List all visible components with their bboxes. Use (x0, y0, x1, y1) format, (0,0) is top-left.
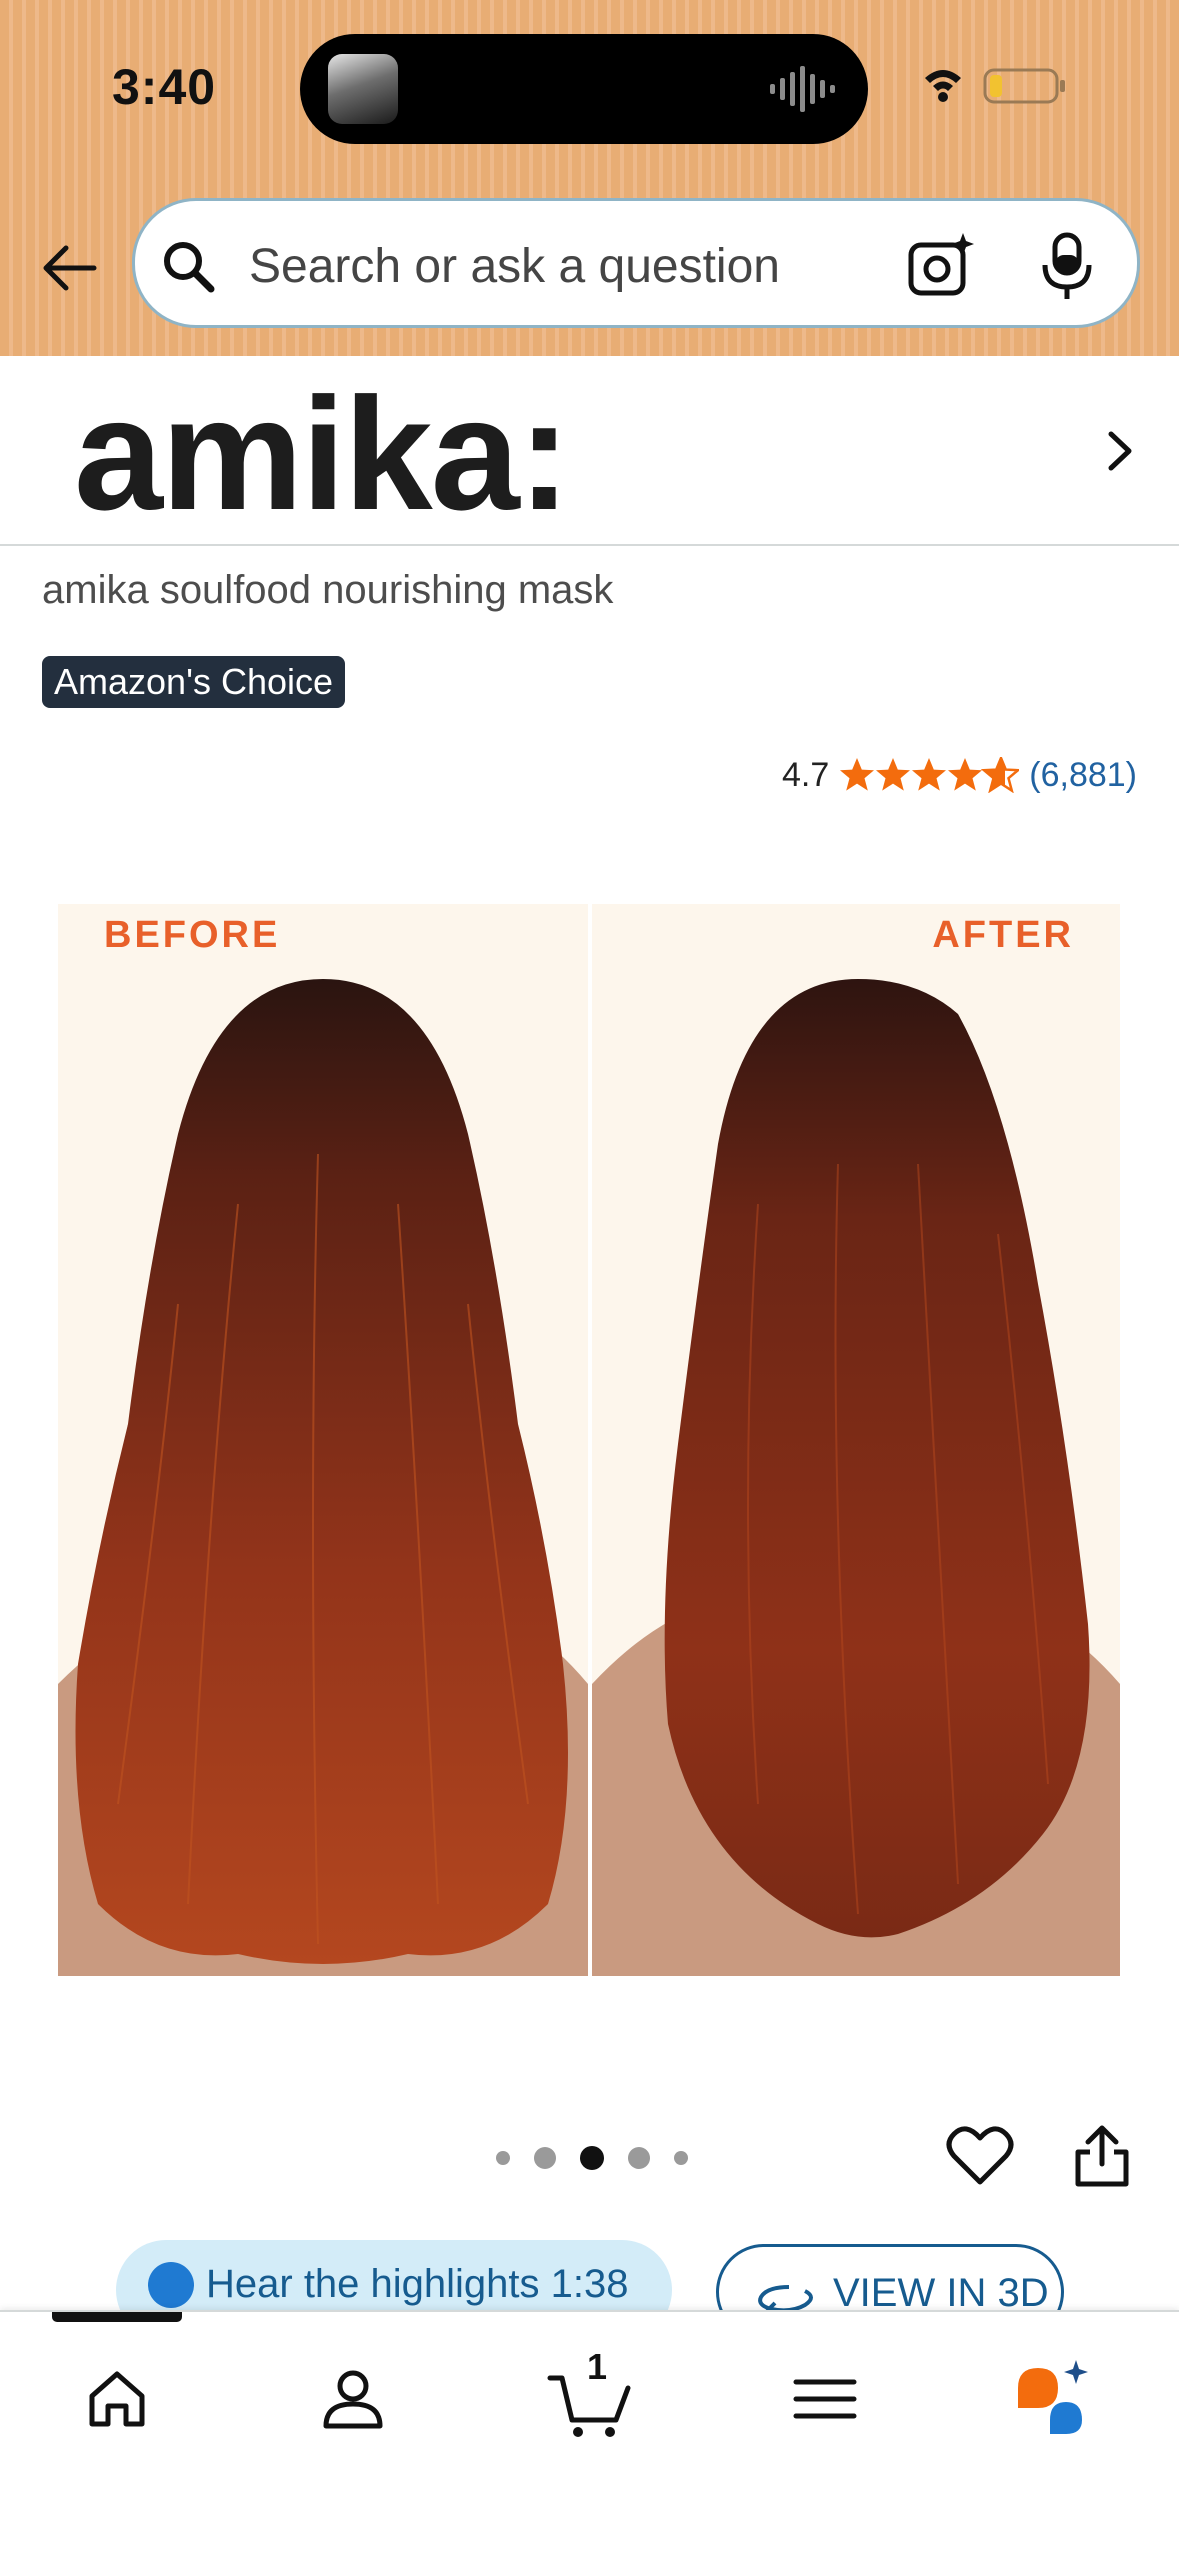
product-image[interactable]: BEFORE AFTER (58, 904, 1120, 1976)
dynamic-island[interactable] (300, 34, 868, 144)
home-icon (89, 2371, 145, 2427)
review-count-link[interactable]: (6,881) (1029, 756, 1137, 795)
search-icon (164, 242, 215, 293)
product-title[interactable]: amika soulfood nourishing mask (42, 568, 613, 613)
carousel-dot[interactable] (674, 2151, 688, 2165)
heart-icon[interactable] (946, 2124, 1014, 2188)
star-partial-icon (983, 757, 1020, 792)
status-icons (925, 68, 1065, 104)
carousel-dots[interactable] (484, 2146, 700, 2170)
nav-rufus[interactable] (1010, 2354, 1100, 2444)
account-icon (323, 2370, 383, 2429)
rufus-icon (1018, 2360, 1088, 2434)
search-bar[interactable] (132, 198, 1140, 328)
after-label: AFTER (932, 914, 1074, 956)
image-divider (588, 904, 592, 1976)
hear-highlights-label: Hear the highlights 1:38 (206, 2262, 629, 2306)
star-icon (912, 758, 947, 791)
star-icon (876, 758, 911, 791)
carousel-dot[interactable] (628, 2147, 650, 2169)
amazons-choice-badge: Amazon's Choice (42, 656, 345, 708)
cart-count: 1 (587, 2346, 608, 2387)
now-playing-artwork (328, 54, 398, 124)
rating-value: 4.7 (782, 755, 830, 794)
star-icon (948, 758, 983, 791)
nav-menu[interactable] (780, 2354, 870, 2444)
star-icon (840, 758, 875, 791)
carousel-dot[interactable] (496, 2151, 510, 2165)
nav-cart[interactable]: 1 (544, 2346, 634, 2444)
microphone-icon[interactable] (1037, 231, 1097, 301)
camera-search-icon[interactable] (907, 231, 977, 301)
brand-store-bar[interactable]: amika: (0, 356, 1179, 546)
battery-icon (983, 68, 1065, 104)
chevron-right-icon[interactable] (1095, 426, 1145, 476)
back-arrow-icon[interactable] (36, 236, 100, 300)
header: 3:40 (0, 0, 1179, 356)
bottom-navigation: 1 (0, 2310, 1179, 2558)
search-input[interactable] (247, 229, 891, 303)
wifi-icon (925, 70, 961, 102)
status-time: 3:40 (112, 59, 217, 115)
before-label: BEFORE (104, 914, 281, 956)
nav-account[interactable] (308, 2354, 398, 2444)
share-icon[interactable] (1070, 2122, 1134, 2190)
brand-logo: amika: (74, 364, 571, 543)
carousel-dot-active[interactable] (580, 2146, 604, 2170)
active-tab-indicator (52, 2312, 182, 2322)
audio-wave-icon (770, 66, 835, 112)
star-rating (839, 757, 1020, 793)
nav-home[interactable] (72, 2354, 162, 2444)
rating-row[interactable]: 4.7 (6,881) (782, 752, 1137, 798)
carousel-dot[interactable] (534, 2147, 556, 2169)
speaker-icon (148, 2262, 194, 2308)
menu-icon (793, 2379, 857, 2419)
